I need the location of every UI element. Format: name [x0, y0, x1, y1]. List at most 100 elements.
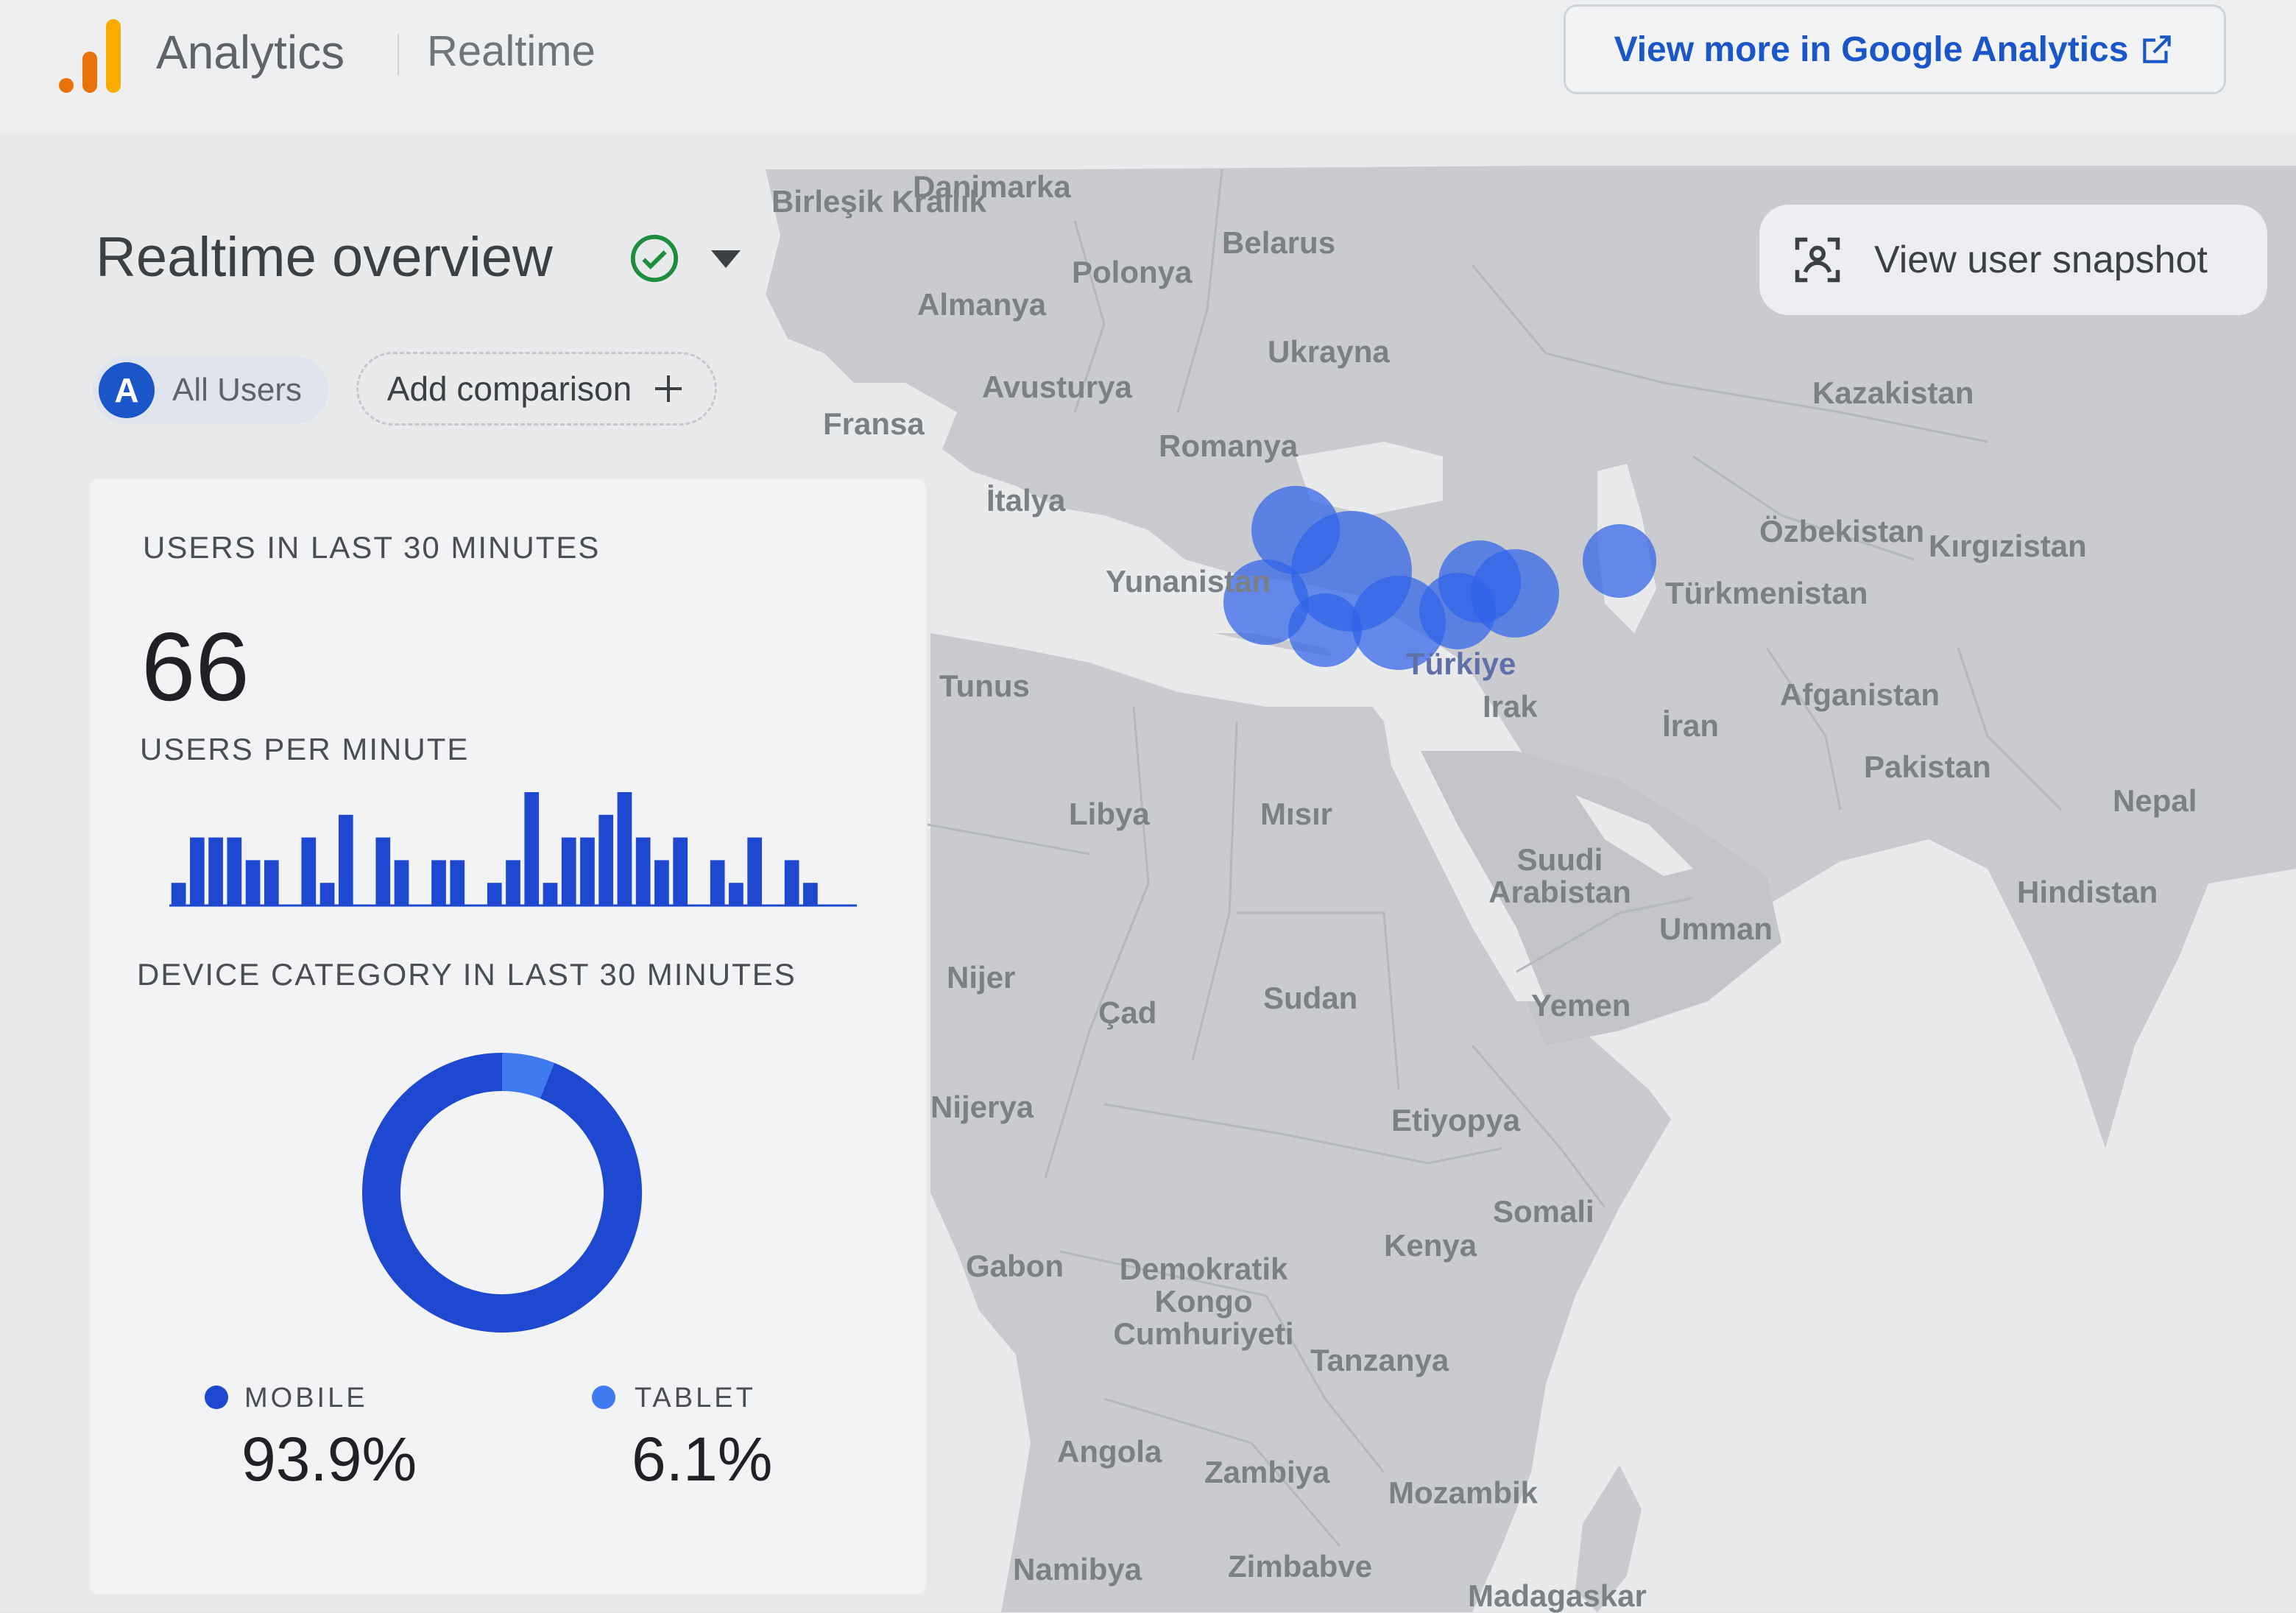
- map-label-yemen: Yemen: [1531, 988, 1631, 1023]
- map-label-dr-congo: Demokratik Kongo Cumhuriyeti: [1113, 1252, 1294, 1352]
- map-label-libya: Libya: [1069, 797, 1150, 831]
- map-label-egypt: Mısır: [1260, 797, 1333, 831]
- header-divider: [398, 34, 399, 75]
- donut-slice-mobile[interactable]: [362, 1053, 642, 1333]
- users-per-minute-bar[interactable]: [543, 883, 558, 906]
- realtime-summary-card: USERS IN LAST 30 MINUTES 66 USERS PER MI…: [90, 479, 926, 1595]
- segment-avatar: A: [99, 362, 155, 418]
- users-30min-title: USERS IN LAST 30 MINUTES: [143, 530, 601, 565]
- map-label-iran: İran: [1662, 708, 1720, 743]
- users-per-minute-bar[interactable]: [487, 883, 502, 906]
- chevron-down-icon[interactable]: [711, 249, 741, 269]
- map-label-mozambique: Mozambik: [1388, 1475, 1539, 1510]
- map-label-turkey: Türkiye: [1406, 646, 1516, 681]
- users-per-minute-bar[interactable]: [245, 860, 261, 906]
- users-per-minute-bar[interactable]: [803, 883, 818, 906]
- users-per-minute-bar[interactable]: [729, 883, 743, 906]
- users-per-minute-bar[interactable]: [784, 860, 799, 906]
- map-label-italy: İtalya: [986, 483, 1066, 518]
- users-per-minute-bar[interactable]: [338, 814, 353, 906]
- map-label-nepal: Nepal: [2113, 783, 2197, 818]
- map-label-tunisia: Tunus: [939, 668, 1030, 703]
- users-per-minute-bar[interactable]: [208, 837, 223, 906]
- map-label-zimbabwe: Zimbabve: [1228, 1549, 1373, 1584]
- map-label-germany: Almanya: [917, 287, 1047, 322]
- map-label-poland: Polonya: [1072, 255, 1193, 289]
- donut-slice-tablet[interactable]: [501, 1053, 555, 1099]
- check-circle-icon[interactable]: [629, 233, 680, 284]
- map-label-iraq: Irak: [1483, 689, 1538, 724]
- users-per-minute-chart[interactable]: [169, 788, 857, 913]
- users-30min-value: 66: [141, 613, 250, 721]
- map-label-chad: Çad: [1098, 995, 1157, 1030]
- map-label-somalia: Somali: [1493, 1194, 1594, 1229]
- map-label-austria: Avusturya: [982, 370, 1132, 404]
- mobile-legend-value: 93.9%: [241, 1425, 417, 1494]
- map-label-madagascar: Madagaskar: [1468, 1578, 1647, 1613]
- map-label-denmark: Danimarka: [913, 169, 1071, 204]
- user-snapshot-icon: [1795, 237, 1840, 283]
- segment-label: All Users: [172, 372, 303, 408]
- users-per-minute-bar[interactable]: [319, 883, 335, 906]
- map-label-oman: Umman: [1659, 911, 1773, 946]
- users-per-minute-bar[interactable]: [561, 837, 576, 906]
- users-per-minute-bar[interactable]: [747, 837, 763, 906]
- users-per-minute-bar[interactable]: [301, 837, 317, 906]
- users-per-minute-bar[interactable]: [710, 860, 725, 906]
- user-bubble: [1419, 573, 1496, 649]
- ga-link-label: View more in Google Analytics: [1614, 29, 2129, 69]
- users-per-minute-bar[interactable]: [394, 860, 409, 906]
- users-per-minute-bar[interactable]: [450, 860, 465, 906]
- map-label-kazakhstan: Kazakistan: [1812, 375, 1974, 410]
- user-bubble: [1583, 524, 1656, 598]
- users-per-minute-bar[interactable]: [635, 837, 651, 906]
- view-in-google-analytics-button[interactable]: View more in Google Analytics: [1564, 4, 2226, 94]
- users-per-minute-bar[interactable]: [580, 837, 595, 906]
- map-label-romania: Romanya: [1159, 428, 1299, 463]
- users-per-minute-bar[interactable]: [673, 837, 688, 906]
- segment-chip-all-users[interactable]: A All Users: [93, 356, 328, 424]
- map-label-france: Fransa: [823, 406, 925, 441]
- add-comparison-button[interactable]: Add comparison: [356, 352, 717, 426]
- users-per-minute-bar[interactable]: [506, 860, 520, 906]
- users-per-minute-bar[interactable]: [171, 883, 186, 906]
- tablet-legend-dot: [592, 1386, 615, 1409]
- map-label-kyrgyzstan: Kırgızistan: [1929, 529, 2087, 563]
- map-label-zambia: Zambiya: [1204, 1455, 1330, 1489]
- users-per-minute-title: USERS PER MINUTE: [140, 732, 470, 766]
- view-user-snapshot-button[interactable]: View user snapshot: [1759, 205, 2267, 315]
- mobile-legend-dot: [205, 1386, 228, 1409]
- mobile-legend-label: MOBILE: [244, 1383, 368, 1413]
- map-label-uzbekistan: Özbekistan: [1759, 514, 1925, 548]
- map-label-turkmenistan: Türkmenistan: [1665, 576, 1868, 610]
- users-per-minute-bar[interactable]: [264, 860, 279, 906]
- map-label-tanzania: Tanzanya: [1310, 1343, 1449, 1377]
- map-label-belarus: Belarus: [1222, 225, 1336, 260]
- users-per-minute-bar[interactable]: [654, 860, 669, 906]
- map-label-greece: Yunanistan: [1106, 564, 1271, 599]
- device-category-title: DEVICE CATEGORY IN LAST 30 MINUTES: [137, 957, 796, 992]
- users-per-minute-bar[interactable]: [598, 814, 614, 906]
- tablet-legend-label: TABLET: [635, 1383, 756, 1413]
- plus-icon: [655, 375, 682, 402]
- map-label-angola: Angola: [1057, 1434, 1162, 1469]
- users-per-minute-bar[interactable]: [524, 792, 540, 906]
- analytics-logo-icon: [59, 19, 121, 93]
- users-per-minute-bar[interactable]: [375, 837, 391, 906]
- map-label-pakistan: Pakistan: [1864, 749, 1991, 784]
- map-label-saudi-arabia: Suudi Arabistan: [1488, 842, 1631, 910]
- tablet-legend-value: 6.1%: [632, 1425, 773, 1494]
- map-label-nigeria: Nijerya: [930, 1090, 1034, 1124]
- users-per-minute-bar[interactable]: [190, 837, 205, 906]
- app-brand[interactable]: Analytics: [156, 25, 345, 80]
- users-per-minute-bar[interactable]: [431, 860, 446, 906]
- map-label-sudan: Sudan: [1263, 981, 1358, 1015]
- map-label-india: Hindistan: [2017, 875, 2158, 909]
- page-title: Realtime overview: [96, 226, 553, 289]
- users-per-minute-bar[interactable]: [617, 792, 632, 906]
- users-per-minute-bar[interactable]: [227, 837, 242, 906]
- device-category-donut[interactable]: [355, 1045, 649, 1340]
- user-bubble: [1288, 593, 1362, 667]
- map-label-ethiopia: Etiyopya: [1391, 1103, 1521, 1137]
- map-label-namibia: Namibya: [1013, 1552, 1142, 1586]
